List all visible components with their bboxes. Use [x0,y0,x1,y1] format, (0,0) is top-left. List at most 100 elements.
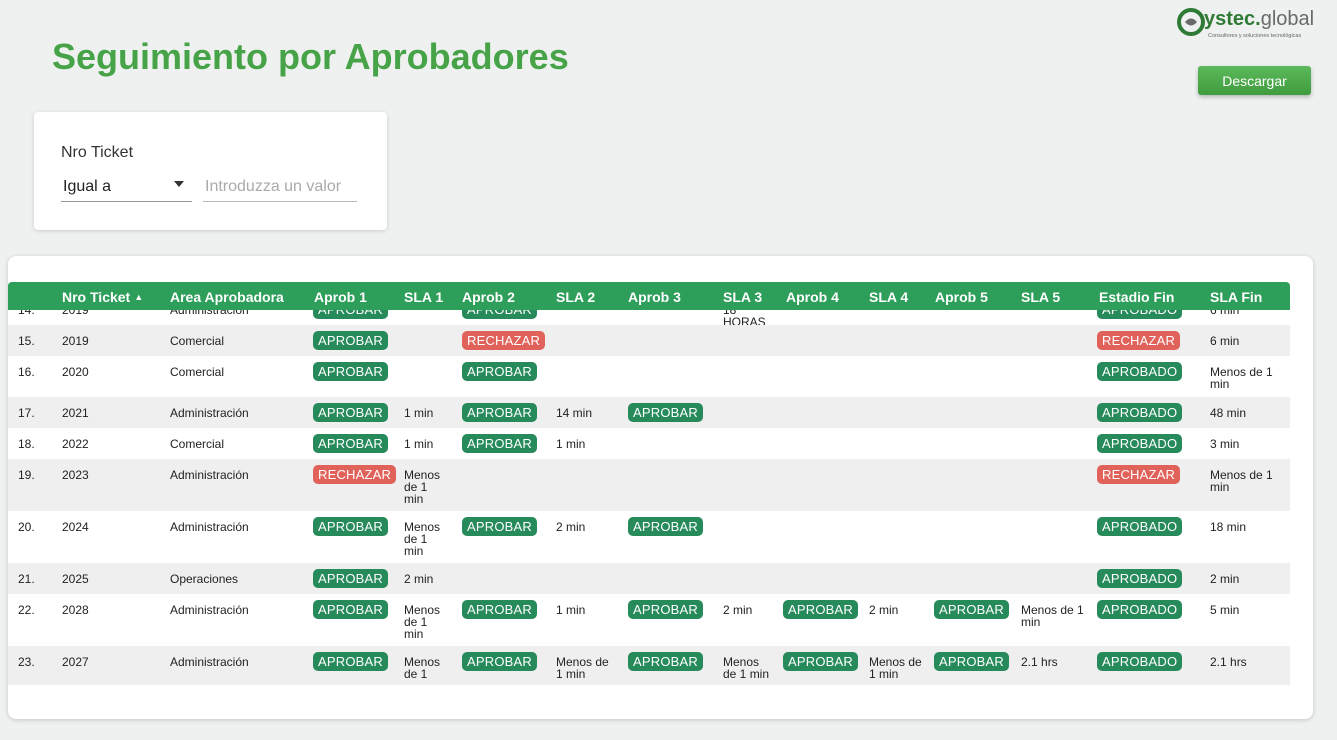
aprob4-badge[interactable]: APROBAR [783,652,858,671]
sla1-value: Menos de 1 [404,655,441,681]
aprob1-badge[interactable]: APROBAR [313,652,388,671]
estado-fin-badge[interactable]: APROBADO [1097,403,1183,422]
logo-tagline: Consultores y soluciones tecnológicas [1208,33,1302,39]
operator-value: Igual a [63,177,112,195]
column-header-ticket[interactable]: Nro Ticket ▲ [62,289,143,305]
sla4-value: 2 min [869,603,899,617]
aprob3-badge[interactable]: APROBAR [628,652,703,671]
column-header-aprob3[interactable]: Aprob 3 [628,289,681,305]
estado-fin-badge[interactable]: APROBADO [1097,362,1183,381]
area-aprobadora: Administración [170,655,249,669]
sla5-value: Menos de 1 min [1021,603,1084,629]
operator-select[interactable]: Igual a [61,172,192,202]
approvers-table: Nro Ticket ▲ Area Aprobadora Aprob 1 SLA … [8,256,1313,719]
row-number: 16. [18,365,35,379]
aprob2-badge[interactable]: APROBAR [462,434,537,453]
column-header-sla5[interactable]: SLA 5 [1021,289,1060,305]
sla4-value: Menos de 1 min [869,655,922,681]
aprob2-badge[interactable]: RECHAZAR [462,331,546,350]
aprob1-badge[interactable]: APROBAR [313,362,388,381]
aprob5-badge[interactable]: APROBAR [934,652,1009,671]
estado-fin-badge[interactable]: RECHAZAR [1097,331,1181,350]
row-number: 21. [18,572,35,586]
aprob1-badge[interactable]: RECHAZAR [313,465,397,484]
estado-fin-badge[interactable]: APROBADO [1097,600,1183,619]
aprob3-badge[interactable]: APROBAR [628,600,703,619]
aprob2-badge[interactable]: APROBAR [462,362,537,381]
aprob1-badge[interactable]: APROBAR [313,403,388,422]
area-aprobadora: Comercial [170,334,225,348]
sla2-value: 1 min [556,603,586,617]
aprob2-badge[interactable]: APROBAR [462,517,537,536]
ticket-value-input[interactable] [203,172,357,202]
table-body: 14.2019AdministraciónAPROBARAPROBAR18 HO… [8,310,1290,686]
sla-fin-value: 2.1 hrs [1210,655,1247,669]
logo-brand: ystec.global [1204,8,1315,30]
table-row: 21. 2025 Operaciones APROBAR 2 min APROBADO 2 … [8,563,1290,594]
sla2-value: 14 min [556,406,593,420]
sla2-value: 1 min [556,437,586,451]
row-number: 14. [18,310,35,317]
column-header-aprob5[interactable]: Aprob 5 [935,289,988,305]
column-header-sla1[interactable]: SLA 1 [404,289,443,305]
sla-fin-value: 6 min [1210,310,1240,317]
sla-fin-value: 6 min [1210,334,1240,348]
row-number: 15. [18,334,35,348]
aprob2-badge[interactable]: APROBAR [462,403,537,422]
globe-icon [1177,8,1205,36]
column-header-estado-fin[interactable]: Estadio Fin [1099,289,1174,305]
sla1-value: 1 min [404,406,434,420]
estado-fin-badge[interactable]: APROBADO [1097,652,1183,671]
table-row: 22. 2028 Administración APROBAR Menos de 1 m… [8,594,1290,646]
sla3-value: 2 min [723,603,753,617]
download-button[interactable]: Descargar [1198,66,1311,95]
ticket-number: 2024 [62,520,89,534]
column-header-sla2[interactable]: SLA 2 [556,289,595,305]
sla2-value: 2 min [556,520,586,534]
aprob3-badge[interactable]: APROBAR [628,517,703,536]
sla-fin-value: 3 min [1210,437,1240,451]
row-number: 23. [18,655,35,669]
aprob1-badge[interactable]: APROBAR [313,331,388,350]
sla1-value: Menos de 1 min [404,520,441,558]
sla1-value: 2 min [404,572,434,586]
estado-fin-badge[interactable]: RECHAZAR [1097,465,1181,484]
column-header-sla3[interactable]: SLA 3 [723,289,762,305]
ticket-number: 2023 [62,468,89,482]
area-aprobadora: Comercial [170,365,225,379]
column-header-aprob2[interactable]: Aprob 2 [462,289,515,305]
estado-fin-badge[interactable]: APROBADO [1097,310,1183,319]
area-aprobadora: Administración [170,310,249,317]
aprob1-badge[interactable]: APROBAR [313,569,388,588]
aprob1-badge[interactable]: APROBAR [313,434,388,453]
row-number: 18. [18,437,35,451]
column-header-aprob1[interactable]: Aprob 1 [314,289,367,305]
ticket-number: 2021 [62,406,89,420]
column-header-sla-fin[interactable]: SLA Fin [1210,289,1262,305]
aprob1-badge[interactable]: APROBAR [313,517,388,536]
sla2-value: Menos de 1 min [556,655,609,681]
column-header-area[interactable]: Area Aprobadora [170,289,284,305]
sla-fin-value: Menos de 1 min [1210,365,1273,391]
company-logo: ystec.global Consultores y soluciones te… [1177,6,1325,42]
table-row: 23. 2027 Administración APROBAR Menos de 1 AP… [8,646,1290,685]
table-row: 16. 2020 Comercial APROBAR APROBAR APROBADO Me… [8,356,1290,397]
column-header-aprob4[interactable]: Aprob 4 [786,289,839,305]
aprob2-badge[interactable]: APROBAR [462,310,537,319]
aprob3-badge[interactable]: APROBAR [628,403,703,422]
aprob1-badge[interactable]: APROBAR [313,600,388,619]
ticket-number: 2019 [62,310,89,317]
estado-fin-badge[interactable]: APROBADO [1097,434,1183,453]
sla1-value: 1 min [404,437,434,451]
aprob1-badge[interactable]: APROBAR [313,310,388,319]
aprob5-badge[interactable]: APROBAR [934,600,1009,619]
estado-fin-badge[interactable]: APROBADO [1097,517,1183,536]
sla-fin-value: 5 min [1210,603,1240,617]
table-row: 17. 2021 Administración APROBAR 1 min APROBAR… [8,397,1290,428]
aprob2-badge[interactable]: APROBAR [462,652,537,671]
column-header-sla4[interactable]: SLA 4 [869,289,908,305]
estado-fin-badge[interactable]: APROBADO [1097,569,1183,588]
table-row: 20. 2024 Administración APROBAR Menos de 1 m… [8,511,1290,563]
aprob2-badge[interactable]: APROBAR [462,600,537,619]
aprob4-badge[interactable]: APROBAR [783,600,858,619]
